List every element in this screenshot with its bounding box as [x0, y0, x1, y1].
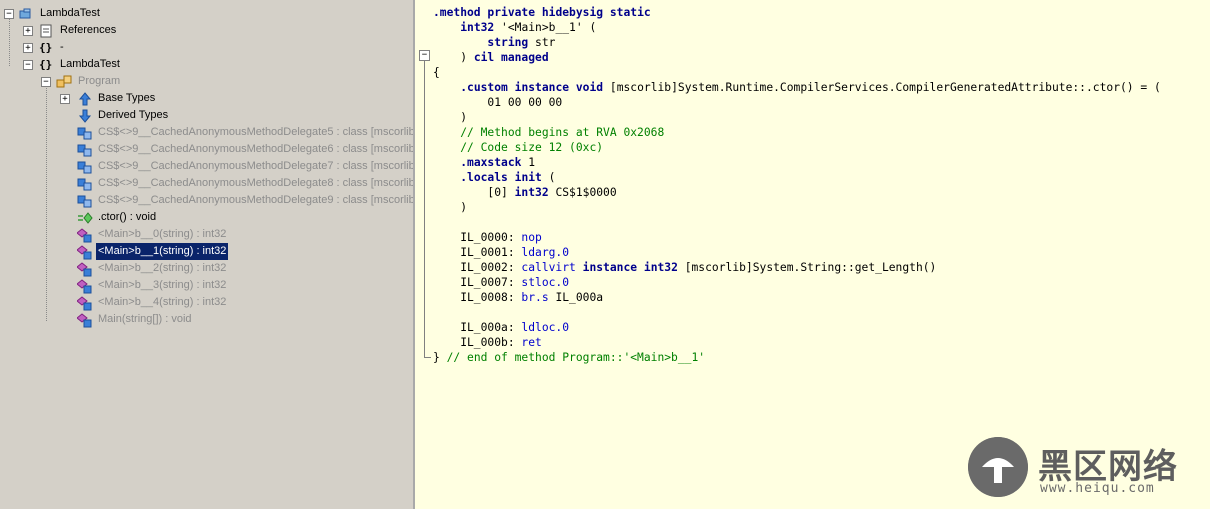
- code-line: IL_0007: stloc.0: [433, 276, 570, 289]
- tree-node-label: CS$<>9__CachedAnonymousMethodDelegate8 :…: [98, 177, 415, 189]
- code-line: // Code size 12 (0xc): [460, 141, 604, 154]
- arrow-up-icon: [78, 92, 92, 106]
- code-line: IL_0000: nop: [433, 231, 542, 244]
- tree-node-label: CS$<>9__CachedAnonymousMethodDelegate7 :…: [98, 160, 415, 172]
- constructor-icon: [78, 212, 93, 224]
- watermark-logo: [968, 437, 1028, 497]
- assembly-icon: [19, 8, 31, 19]
- il-code-view[interactable]: − .method private hidebysig static int32…: [415, 0, 1210, 509]
- collapse-icon[interactable]: −: [23, 60, 33, 70]
- tree-node-label: .ctor() : void: [98, 211, 157, 223]
- tree-node-label: Base Types: [98, 92, 156, 104]
- assembly-tree[interactable]: − LambdaTest + References + {} - − {} La…: [0, 0, 415, 509]
- code-line: } // end of method Program::'<Main>b__1': [433, 351, 706, 364]
- tree-node-base-types[interactable]: + Base Types: [0, 90, 157, 107]
- method-icon: [77, 313, 92, 328]
- tree-node-label: CS$<>9__CachedAnonymousMethodDelegate9 :…: [98, 194, 415, 206]
- code-line: .locals init (: [460, 171, 556, 184]
- method-icon: [77, 262, 92, 277]
- tree-node-label: <Main>b__4(string) : int32: [98, 296, 227, 308]
- tree-node-root[interactable]: − LambdaTest: [0, 5, 102, 22]
- arrow-down-icon: [78, 109, 92, 123]
- code-line: ) cil managed: [433, 51, 549, 64]
- code-line: IL_0001: ldarg.0: [433, 246, 570, 259]
- code-line: ): [433, 201, 468, 214]
- tree-node-method[interactable]: <Main>b__3(string) : int32: [0, 277, 228, 294]
- fold-guide: [424, 61, 425, 357]
- code-line: {: [433, 66, 440, 79]
- namespace-icon: {}: [39, 41, 53, 54]
- tree-node-label: Program: [78, 75, 121, 87]
- tree-node-label: <Main>b__0(string) : int32: [98, 228, 227, 240]
- method-icon: [77, 245, 92, 260]
- code-line: IL_000a: ldloc.0: [433, 321, 570, 334]
- code-line: [0] int32 CS$1$0000: [433, 186, 617, 199]
- tree-node-field[interactable]: CS$<>9__CachedAnonymousMethodDelegate9 :…: [0, 192, 415, 209]
- code-line: int32 '<Main>b__1' (: [460, 21, 597, 34]
- code-line: IL_0008: br.s IL_000a: [433, 291, 604, 304]
- field-icon: [77, 178, 92, 191]
- expand-icon[interactable]: +: [23, 26, 33, 36]
- references-icon: [40, 24, 52, 38]
- tree-node-label: <Main>b__2(string) : int32: [98, 262, 227, 274]
- fold-guide-end: [424, 357, 431, 358]
- namespace-icon: {}: [39, 58, 53, 71]
- tree-node-label: -: [60, 41, 64, 53]
- tree-node-label: References: [60, 24, 117, 36]
- code-line: // Method begins at RVA 0x2068: [460, 126, 665, 139]
- field-icon: [77, 127, 92, 140]
- tree-node-namespace-empty[interactable]: + {} -: [0, 39, 66, 56]
- tree-node-label: Derived Types: [98, 109, 169, 121]
- tree-node-field[interactable]: CS$<>9__CachedAnonymousMethodDelegate5 :…: [0, 124, 415, 141]
- code-line: .custom instance void [mscorlib]System.R…: [460, 81, 1161, 94]
- tree-node-method-selected[interactable]: <Main>b__1(string) : int32: [0, 243, 229, 260]
- field-icon: [77, 161, 92, 174]
- watermark-url: www.heiqu.com: [1040, 481, 1155, 496]
- collapse-icon[interactable]: −: [4, 9, 14, 19]
- tree-node-field[interactable]: CS$<>9__CachedAnonymousMethodDelegate8 :…: [0, 175, 415, 192]
- tree-node-label: Main(string[]) : void: [98, 313, 192, 325]
- tree-node-label: LambdaTest: [40, 7, 100, 19]
- tree-node-method[interactable]: <Main>b__0(string) : int32: [0, 226, 228, 243]
- watermark: 黑区网络 www.heiqu.com: [968, 437, 1200, 503]
- class-icon: [56, 75, 72, 88]
- tree-node-label: <Main>b__3(string) : int32: [98, 279, 227, 291]
- tree-node-label: <Main>b__1(string) : int32: [96, 243, 229, 260]
- tree-node-field[interactable]: CS$<>9__CachedAnonymousMethodDelegate6 :…: [0, 141, 415, 158]
- tree-node-method[interactable]: <Main>b__2(string) : int32: [0, 260, 228, 277]
- tree-node-derived-types[interactable]: Derived Types: [0, 107, 170, 124]
- code-line: .maxstack 1: [460, 156, 536, 169]
- collapse-icon[interactable]: −: [41, 77, 51, 87]
- code-line: IL_000b: ret: [433, 336, 542, 349]
- code-line: string str: [487, 36, 556, 49]
- tree-node-field[interactable]: CS$<>9__CachedAnonymousMethodDelegate7 :…: [0, 158, 415, 175]
- tree-node-method[interactable]: Main(string[]) : void: [0, 311, 194, 328]
- tree-node-label: CS$<>9__CachedAnonymousMethodDelegate6 :…: [98, 143, 415, 155]
- method-icon: [77, 279, 92, 294]
- field-icon: [77, 144, 92, 157]
- fold-collapse-icon[interactable]: −: [419, 50, 430, 61]
- tree-node-references[interactable]: + References: [0, 22, 118, 39]
- tree-node-namespace[interactable]: − {} LambdaTest: [0, 56, 122, 73]
- code-line: ): [433, 111, 468, 124]
- tree-node-label: LambdaTest: [60, 58, 120, 70]
- expand-icon[interactable]: +: [60, 94, 70, 104]
- tree-node-class[interactable]: − Program: [0, 73, 122, 90]
- field-icon: [77, 195, 92, 208]
- code-line: .method private hidebysig static: [433, 6, 651, 19]
- code-line: 01 00 00 00: [433, 96, 563, 109]
- method-icon: [77, 228, 92, 243]
- tree-node-label: CS$<>9__CachedAnonymousMethodDelegate5 :…: [98, 126, 415, 138]
- method-icon: [77, 296, 92, 311]
- expand-icon[interactable]: +: [23, 43, 33, 53]
- tree-node-ctor[interactable]: .ctor() : void: [0, 209, 158, 226]
- code-line: IL_0002: callvirt instance int32 [mscorl…: [433, 261, 937, 274]
- tree-node-method[interactable]: <Main>b__4(string) : int32: [0, 294, 228, 311]
